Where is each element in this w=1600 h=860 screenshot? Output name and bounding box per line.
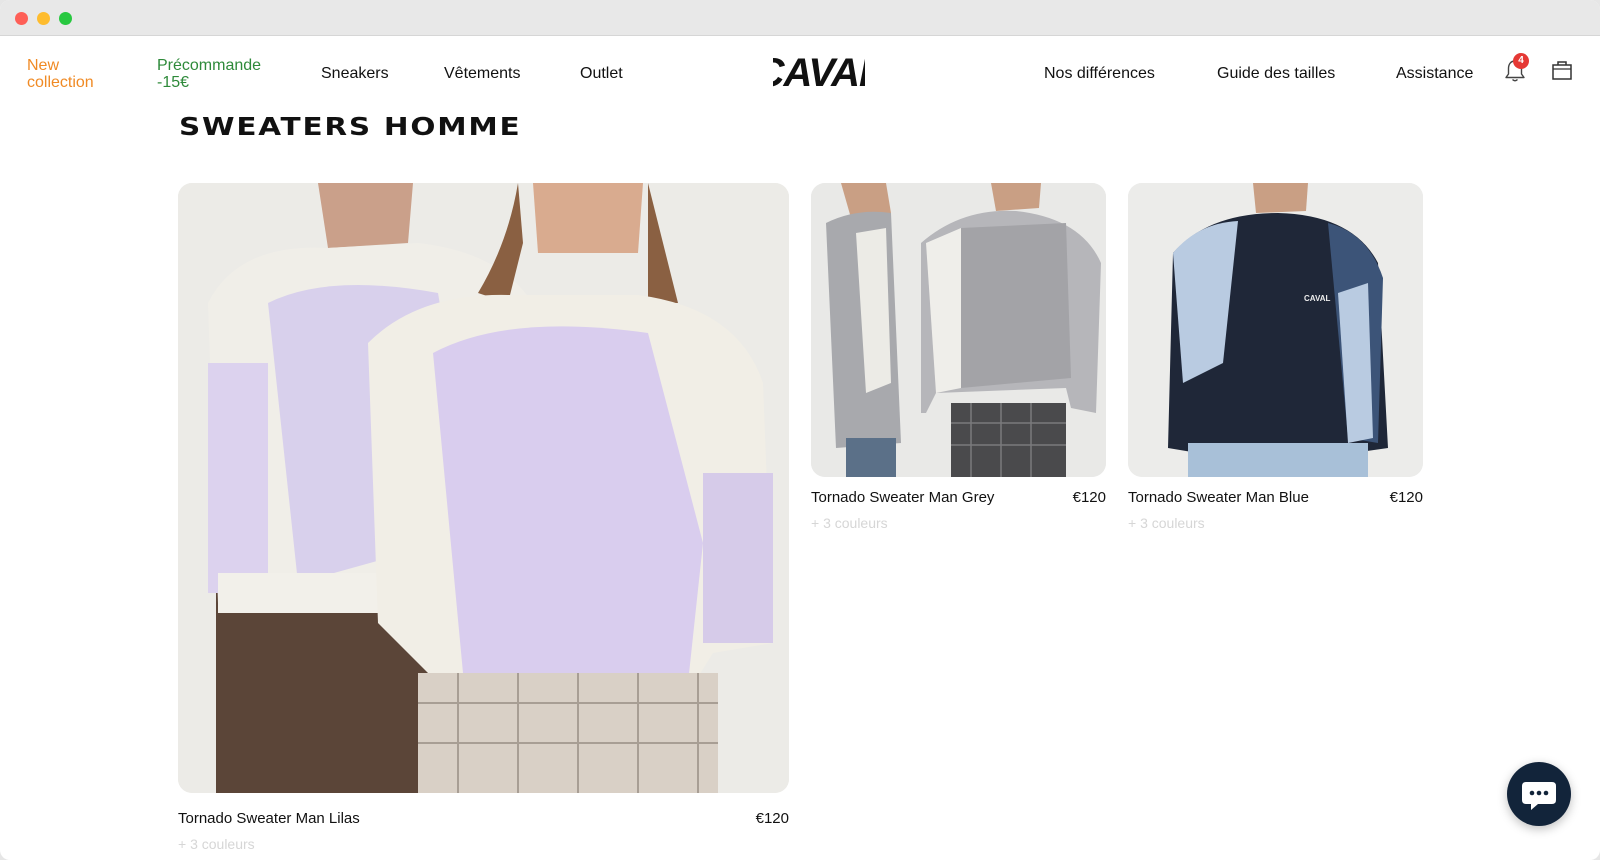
product-color-count[interactable]: + 3 couleurs xyxy=(811,515,888,531)
product-color-count[interactable]: + 3 couleurs xyxy=(178,836,255,852)
product-image-blue[interactable]: CAVAL xyxy=(1128,183,1423,477)
close-window-button[interactable] xyxy=(15,12,28,25)
product-name[interactable]: Tornado Sweater Man Grey xyxy=(811,489,994,506)
product-card[interactable]: CAVAL Tornado Sweater Man Blue €120 + 3 … xyxy=(1128,183,1423,543)
nav-sneakers[interactable]: Sneakers xyxy=(321,65,389,82)
product-image-grey[interactable] xyxy=(811,183,1106,477)
product-color-count[interactable]: + 3 couleurs xyxy=(1128,515,1205,531)
product-name[interactable]: Tornado Sweater Man Blue xyxy=(1128,489,1309,506)
nav-outlet[interactable]: Outlet xyxy=(580,65,623,82)
nav-vetements[interactable]: Vêtements xyxy=(444,65,520,82)
nav-guide-des-tailles[interactable]: Guide des tailles xyxy=(1217,65,1335,82)
chat-bubble-icon xyxy=(1522,782,1556,810)
shopping-bag-icon[interactable] xyxy=(1550,58,1574,82)
chat-button[interactable] xyxy=(1507,762,1571,826)
product-price: €120 xyxy=(1072,489,1106,506)
title-bar xyxy=(0,0,1600,36)
nav-assistance[interactable]: Assistance xyxy=(1396,65,1473,82)
product-card[interactable]: Tornado Sweater Man Lilas €120 + 3 coule… xyxy=(178,183,789,853)
product-name[interactable]: Tornado Sweater Man Lilas xyxy=(178,810,360,827)
svg-text:CAVAL: CAVAL xyxy=(1304,294,1330,303)
maximize-window-button[interactable] xyxy=(59,12,72,25)
logo-text: CAVAL xyxy=(773,51,865,92)
caval-logo[interactable]: CAVAL xyxy=(773,50,865,92)
nav-precommande[interactable]: Précommande -15€ xyxy=(157,57,277,91)
product-price: €120 xyxy=(755,810,789,827)
product-image-lilas[interactable] xyxy=(178,183,789,793)
browser-window: New collection Précommande -15€ Sneakers… xyxy=(0,0,1600,860)
main-navigation: New collection Précommande -15€ Sneakers… xyxy=(0,36,1600,112)
nav-new-collection[interactable]: New collection xyxy=(27,57,117,91)
page-title: SWEATERS HOMME xyxy=(179,112,522,141)
nav-nos-differences[interactable]: Nos différences xyxy=(1044,65,1155,82)
product-price: €120 xyxy=(1389,489,1423,506)
minimize-window-button[interactable] xyxy=(37,12,50,25)
notification-badge: 4 xyxy=(1513,53,1529,69)
product-card[interactable]: Tornado Sweater Man Grey €120 + 3 couleu… xyxy=(811,183,1106,543)
